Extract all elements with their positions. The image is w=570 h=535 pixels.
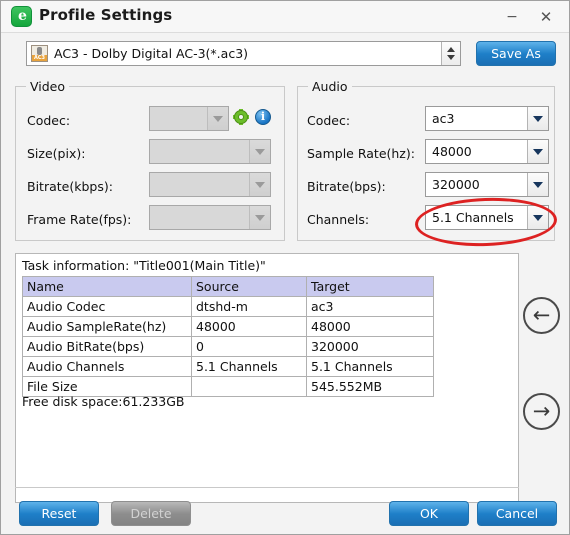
video-group-legend: Video [26,79,70,94]
ac3-icon-mic [37,47,42,55]
close-icon[interactable]: ✕ [535,7,557,27]
audio-channels-label: Channels: [307,212,370,227]
reset-button[interactable]: Reset [19,501,99,526]
app-logo-glyph: e [18,8,27,24]
column-header-source: Source [191,276,307,297]
cell-source: dtshd-m [191,296,307,317]
next-arrow-button[interactable]: → [523,393,560,430]
save-as-button[interactable]: Save As [476,41,556,66]
chevron-down-icon [527,140,548,163]
ac3-icon-tag: AC3 [32,55,47,61]
previous-arrow-button[interactable]: ← [523,297,560,334]
cell-target: 5.1 Channels [306,356,434,377]
profile-selected-value: AC3 - Dolby Digital AC-3(*.ac3) [54,46,249,61]
cell-name: Audio Codec [22,296,192,317]
table-row: Audio Codec dtshd-m ac3 [22,296,434,317]
table-header-row: Name Source Target [22,276,434,297]
spinner-up-icon[interactable] [447,47,455,52]
info-icon[interactable]: i [255,109,271,125]
cell-name: Audio Channels [22,356,192,377]
cell-target: ac3 [306,296,434,317]
title-bar: e Profile Settings − ✕ [1,1,569,33]
footer-divider [15,487,519,488]
cell-source: 5.1 Channels [191,356,307,377]
video-bitrate-label: Bitrate(kbps): [27,179,113,194]
video-framerate-combo [149,205,271,230]
chevron-down-icon [249,206,270,229]
video-bitrate-combo [149,172,271,197]
cell-source [191,376,307,397]
task-information-title: Task information: "Title001(Main Title)" [22,258,266,273]
cell-target: 48000 [306,316,434,337]
audio-codec-label: Codec: [307,113,351,128]
minimize-icon[interactable]: − [501,7,523,27]
cell-name: Audio BitRate(bps) [22,336,192,357]
cell-target: 545.552MB [306,376,434,397]
video-size-label: Size(pix): [27,146,86,161]
profile-combo[interactable]: AC3 AC3 - Dolby Digital AC-3(*.ac3) [26,41,461,66]
audio-samplerate-label: Sample Rate(hz): [307,146,415,161]
audio-samplerate-value: 48000 [432,144,472,159]
cell-target: 320000 [306,336,434,357]
task-information-table: Name Source Target Audio Codec dtshd-m a… [22,276,434,397]
video-codec-combo [149,106,229,131]
cancel-button[interactable]: Cancel [477,501,557,526]
cell-source: 48000 [191,316,307,337]
audio-codec-combo[interactable]: ac3 [425,106,549,131]
app-logo-icon: e [11,6,32,27]
audio-group-legend: Audio [308,79,352,94]
free-disk-space-label: Free disk space:61.233GB [22,394,185,409]
cell-name: Audio SampleRate(hz) [22,316,192,337]
window-title: Profile Settings [39,6,173,24]
chevron-down-icon [249,140,270,163]
table-row: Audio SampleRate(hz) 48000 48000 [22,316,434,337]
chevron-down-icon [527,107,548,130]
audio-bitrate-label: Bitrate(bps): [307,179,386,194]
audio-samplerate-combo[interactable]: 48000 [425,139,549,164]
chevron-down-icon [249,173,270,196]
profile-settings-dialog: e Profile Settings − ✕ AC3 AC3 - Dolby D… [0,0,570,535]
spinner-down-icon[interactable] [447,55,455,60]
chevron-down-icon [207,107,228,130]
column-header-target: Target [306,276,434,297]
column-header-name: Name [22,276,192,297]
task-information-panel: Task information: "Title001(Main Title)"… [15,253,519,503]
chevron-down-icon [527,173,548,196]
audio-bitrate-combo[interactable]: 320000 [425,172,549,197]
profile-spinner[interactable] [441,42,460,65]
settings-gear-icon[interactable] [233,109,249,125]
audio-bitrate-value: 320000 [432,177,480,192]
table-row: Audio Channels 5.1 Channels 5.1 Channels [22,356,434,377]
table-row: Audio BitRate(bps) 0 320000 [22,336,434,357]
delete-button: Delete [111,501,191,526]
video-size-combo [149,139,271,164]
cell-source: 0 [191,336,307,357]
ok-button[interactable]: OK [389,501,469,526]
video-codec-label: Codec: [27,113,71,128]
ac3-format-icon: AC3 [31,45,48,62]
audio-codec-value: ac3 [432,111,455,126]
video-framerate-label: Frame Rate(fps): [27,212,132,227]
